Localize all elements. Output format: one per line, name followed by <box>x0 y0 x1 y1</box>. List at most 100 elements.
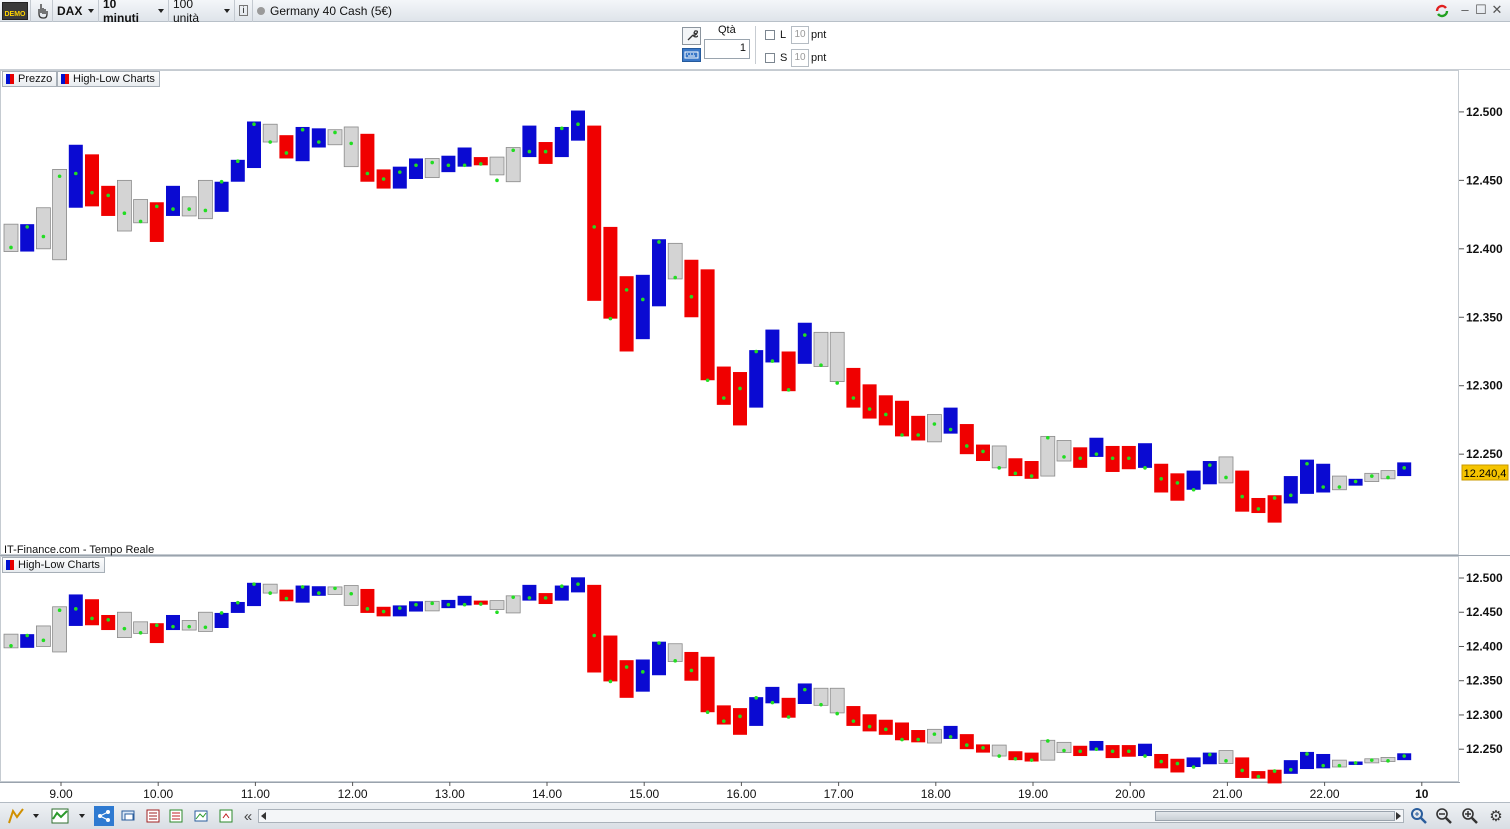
drawing-tools-button[interactable] <box>6 806 26 826</box>
x-tick-label: 10 <box>1415 787 1429 801</box>
compare-button[interactable] <box>191 806 211 826</box>
units-select[interactable]: 100 unità <box>169 0 235 25</box>
instrument-select[interactable]: DAX <box>53 0 99 22</box>
maximize-button[interactable]: ☐ <box>1474 2 1488 18</box>
upper-candle <box>619 276 634 352</box>
legend-tab-lower-high-low[interactable]: High-Low Charts <box>2 557 105 573</box>
upper-close-marker <box>300 127 305 132</box>
long-pnt-unit: pnt <box>811 29 827 41</box>
scroll-right-arrow-icon[interactable] <box>1396 812 1401 820</box>
lower-candle <box>85 599 99 626</box>
zoom-out-icon <box>1436 808 1452 824</box>
lower-candle <box>489 600 505 610</box>
upper-close-marker <box>997 466 1001 470</box>
upper-candle <box>781 351 796 392</box>
lower-close-marker <box>1127 749 1131 754</box>
lower-close-marker <box>414 602 418 607</box>
upper-close-marker <box>479 162 483 166</box>
info-icon: i <box>239 5 248 16</box>
upper-close-marker <box>1321 485 1325 489</box>
short-checkbox[interactable] <box>765 53 775 63</box>
collapse-left-button[interactable]: « <box>238 806 258 826</box>
settings-wrench-button[interactable] <box>682 27 701 45</box>
close-button[interactable]: ✕ <box>1490 2 1504 18</box>
timeframe-select[interactable]: 10 minuti <box>99 0 169 25</box>
export-icon <box>219 809 233 823</box>
upper-candle <box>733 372 747 426</box>
order-divider <box>755 26 756 64</box>
qty-input[interactable]: 1 <box>704 39 750 59</box>
settings-button[interactable]: ⚙ <box>1486 806 1506 826</box>
upper-candle <box>197 179 213 220</box>
lower-close-marker <box>203 625 208 630</box>
zoom-out-button[interactable] <box>1434 806 1454 826</box>
share-button[interactable] <box>94 806 114 826</box>
price-swatch-icon <box>6 74 14 84</box>
positions-button[interactable] <box>166 806 186 826</box>
refresh-button[interactable] <box>1432 1 1452 21</box>
lower-close-marker <box>1256 774 1261 779</box>
upper-candle <box>700 269 715 381</box>
minimize-button[interactable]: – <box>1458 2 1472 18</box>
lower-close-marker <box>916 737 920 742</box>
export-button[interactable] <box>216 806 236 826</box>
refresh-icon <box>1435 4 1449 18</box>
lower-close-marker <box>462 602 467 607</box>
windows-button[interactable] <box>118 806 138 826</box>
legend-tab-high-low[interactable]: High-Low Charts <box>57 71 160 87</box>
x-tick-label: 14.00 <box>532 787 562 801</box>
lower-close-marker <box>641 670 645 674</box>
upper-close-marker <box>835 381 839 385</box>
upper-candle <box>133 199 149 224</box>
bottom-toolbar: « ⚙ <box>0 802 1510 829</box>
demo-logo-icon: DEMO <box>2 1 28 20</box>
upper-close-marker <box>333 130 337 135</box>
lower-close-marker <box>1272 769 1277 773</box>
upper-close-marker <box>803 333 807 337</box>
upper-close-marker <box>1208 463 1212 467</box>
indicators-button[interactable] <box>50 806 70 826</box>
lower-close-marker <box>122 626 127 631</box>
last-price-marker: 12.240,4 <box>1461 464 1509 481</box>
high-low-swatch-icon <box>61 74 69 84</box>
info-button[interactable]: i <box>235 0 253 22</box>
legend-tab-price[interactable]: Prezzo <box>2 71 58 87</box>
scroll-thumb[interactable] <box>1155 811 1395 821</box>
upper-candle <box>749 350 764 408</box>
lower-close-marker <box>430 601 435 606</box>
x-tick-label: 12.00 <box>338 787 368 801</box>
upper-y-tick-label: 12.250 <box>1466 447 1503 461</box>
lower-close-marker <box>738 714 742 719</box>
order-list-button[interactable] <box>143 806 163 826</box>
lower-close-marker <box>932 732 937 736</box>
chart-area[interactable]: 12.500 12.450 12.400 12.350 12.300 12.250 12.… <box>0 70 1510 802</box>
upper-close-marker <box>1256 507 1261 511</box>
pointer-tool-button[interactable] <box>31 0 53 22</box>
lower-candle <box>652 641 666 676</box>
upper-close-marker <box>284 151 289 155</box>
upper-candle <box>166 185 180 216</box>
long-pnt-input[interactable]: 10 <box>791 26 809 44</box>
lower-candle <box>1283 760 1298 774</box>
zoom-fit-button[interactable] <box>1409 806 1429 826</box>
timeframe-label: 10 minuti <box>103 0 139 25</box>
upper-close-marker <box>74 171 78 176</box>
zoom-in-button[interactable] <box>1460 806 1480 826</box>
upper-close-marker <box>1110 456 1115 461</box>
x-tick-label: 18.00 <box>921 787 951 801</box>
lower-y-tick-label: 12.300 <box>1466 708 1503 722</box>
lower-close-marker <box>722 719 726 723</box>
chevron-down-icon <box>79 814 85 818</box>
lower-close-marker <box>1029 758 1034 762</box>
time-scrollbar[interactable] <box>258 809 1404 823</box>
long-label: L <box>780 29 787 41</box>
lower-close-marker <box>673 659 677 663</box>
keyboard-button[interactable] <box>682 48 701 62</box>
drawing-tools-menu[interactable] <box>30 806 42 826</box>
short-pnt-input[interactable]: 10 <box>791 49 809 67</box>
long-checkbox[interactable] <box>765 30 775 40</box>
upper-close-marker <box>495 178 499 183</box>
lower-candle <box>117 611 132 638</box>
indicators-menu[interactable] <box>76 806 88 826</box>
scroll-left-arrow-icon[interactable] <box>261 812 266 820</box>
